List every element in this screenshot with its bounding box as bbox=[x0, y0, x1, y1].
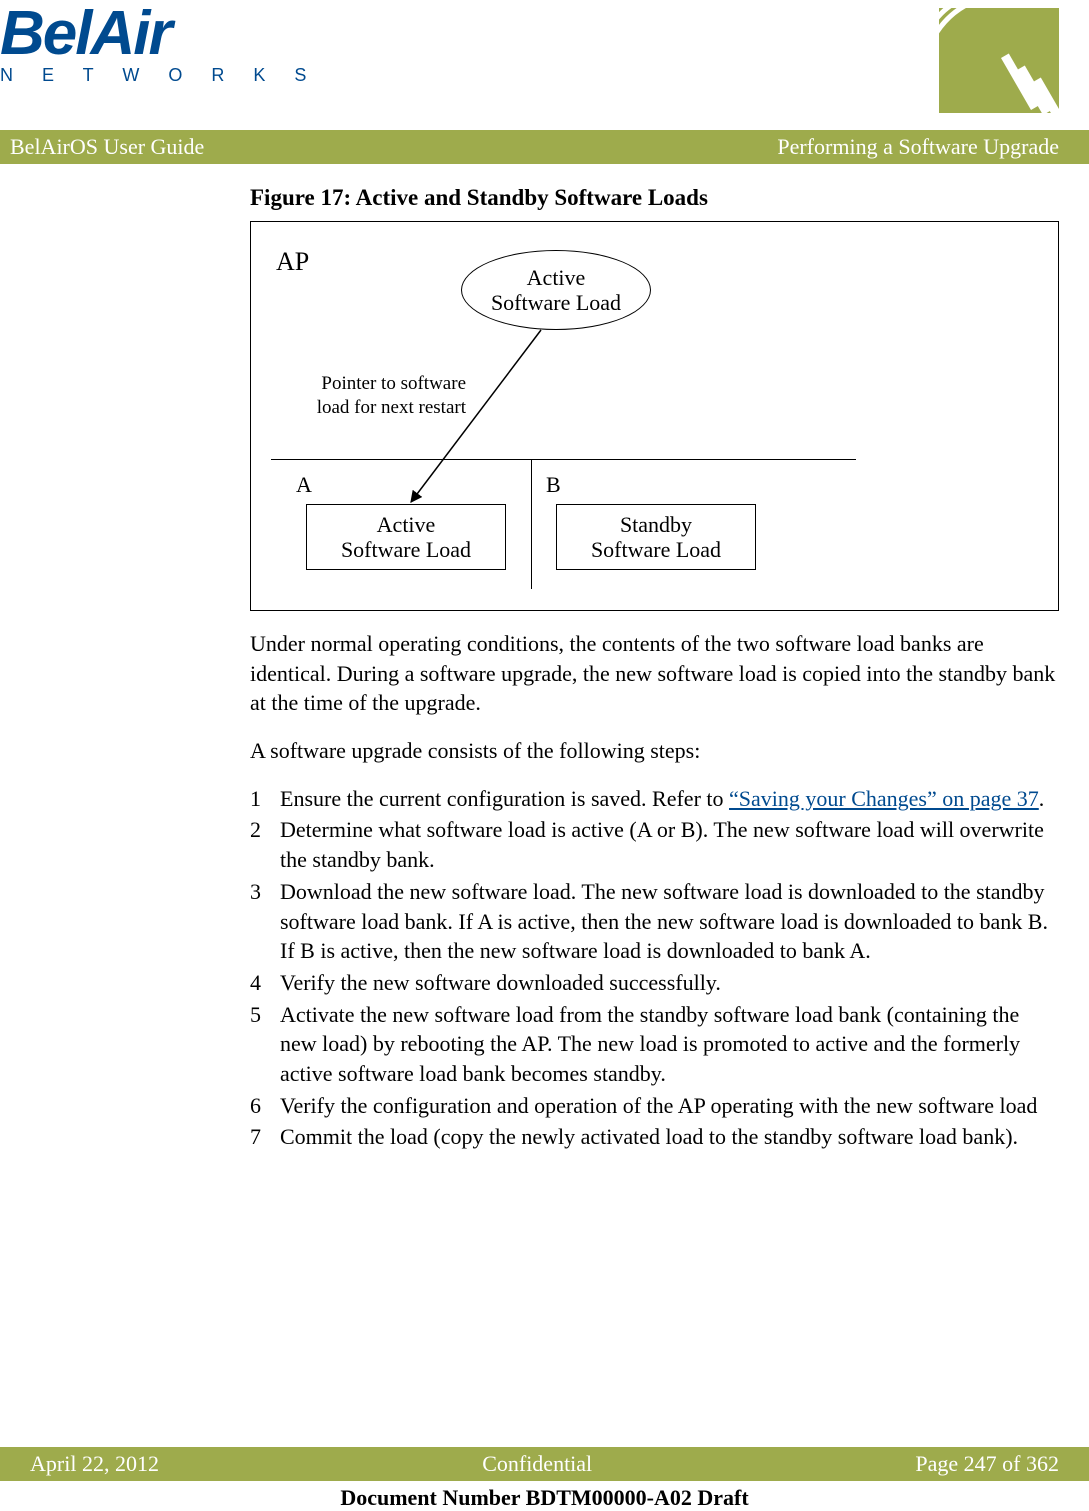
box-b-line2: Software Load bbox=[591, 537, 721, 562]
list-item: Verify the configuration and operation o… bbox=[250, 1091, 1059, 1121]
footer-page: Page 247 of 362 bbox=[915, 1451, 1059, 1477]
active-load-box: Active Software Load bbox=[306, 504, 506, 570]
list-item: Verify the new software downloaded succe… bbox=[250, 968, 1059, 998]
list-item: Determine what software load is active (… bbox=[250, 815, 1059, 874]
list-item: Ensure the current configuration is save… bbox=[250, 784, 1059, 814]
document-number: Document Number BDTM00000-A02 Draft bbox=[0, 1485, 1089, 1511]
footer-confidential: Confidential bbox=[482, 1451, 592, 1477]
step-text-end: . bbox=[1039, 786, 1045, 811]
wave-icon bbox=[939, 8, 1059, 113]
vert-separator bbox=[531, 459, 532, 589]
active-load-oval: Active Software Load bbox=[461, 250, 651, 330]
paragraph-2: A software upgrade consists of the follo… bbox=[250, 736, 1059, 766]
standby-load-box: Standby Software Load bbox=[556, 504, 756, 570]
bank-a-label: A bbox=[296, 470, 312, 500]
title-left: BelAirOS User Guide bbox=[10, 134, 204, 160]
box-a-line2: Software Load bbox=[341, 537, 471, 562]
logo: BelAir N E T W O R K S bbox=[0, 8, 318, 86]
list-item: Activate the new software load from the … bbox=[250, 1000, 1059, 1089]
page-header: BelAir N E T W O R K S bbox=[0, 0, 1089, 130]
bank-b-label: B bbox=[546, 470, 561, 500]
logo-sub-text: N E T W O R K S bbox=[0, 65, 318, 86]
title-bar: BelAirOS User Guide Performing a Softwar… bbox=[0, 130, 1089, 164]
pointer-line1: Pointer to software bbox=[271, 372, 466, 396]
footer-bar: April 22, 2012 Confidential Page 247 of … bbox=[0, 1447, 1089, 1481]
pointer-annotation: Pointer to software load for next restar… bbox=[271, 372, 466, 420]
content-area: Figure 17: Active and Standby Software L… bbox=[0, 164, 1089, 1152]
saving-changes-link[interactable]: “Saving your Changes” on page 37 bbox=[729, 786, 1039, 811]
step-text: Ensure the current configuration is save… bbox=[280, 786, 729, 811]
step-list: Ensure the current configuration is save… bbox=[250, 784, 1059, 1152]
oval-line2: Software Load bbox=[491, 290, 621, 315]
paragraph-1: Under normal operating conditions, the c… bbox=[250, 629, 1059, 718]
figure-caption: Figure 17: Active and Standby Software L… bbox=[250, 182, 1059, 213]
t-divider bbox=[271, 459, 856, 460]
list-item: Commit the load (copy the newly activate… bbox=[250, 1122, 1059, 1152]
figure-diagram: AP Active Software Load Pointer to softw… bbox=[250, 221, 1059, 611]
box-a-line1: Active bbox=[377, 512, 436, 537]
oval-line1: Active bbox=[527, 265, 586, 290]
title-right: Performing a Software Upgrade bbox=[777, 134, 1059, 160]
list-item: Download the new software load. The new … bbox=[250, 877, 1059, 966]
footer-date: April 22, 2012 bbox=[30, 1451, 159, 1477]
pointer-line2: load for next restart bbox=[271, 396, 466, 420]
logo-main-text: BelAir bbox=[0, 8, 318, 61]
ap-label: AP bbox=[276, 244, 309, 279]
box-b-line1: Standby bbox=[620, 512, 692, 537]
